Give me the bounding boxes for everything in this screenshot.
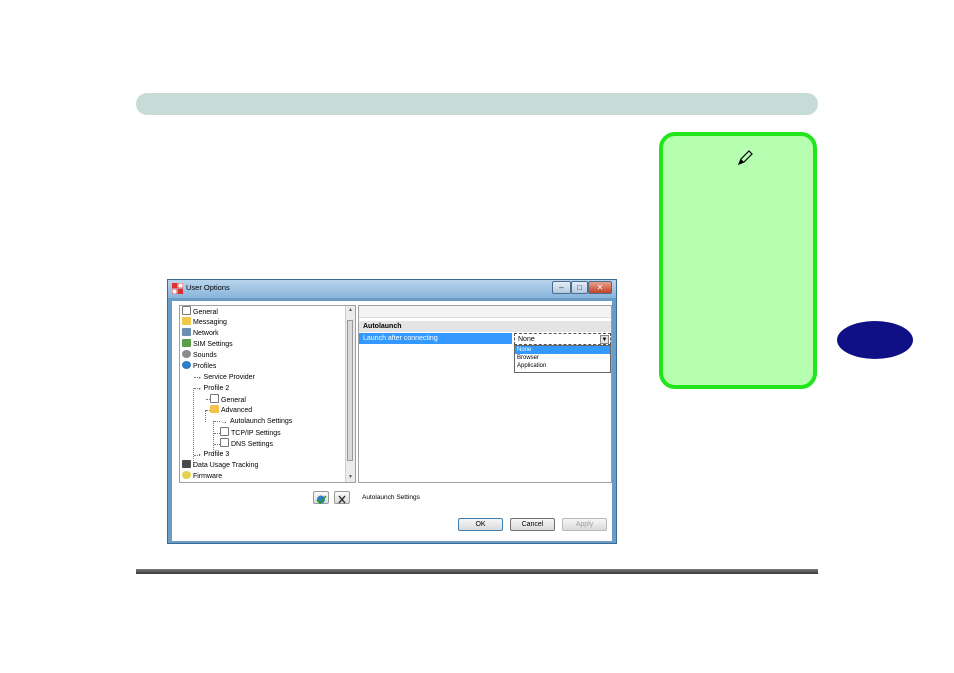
status-label: Autolaunch Settings [362, 494, 420, 501]
property-label-row[interactable]: Launch after connecting [359, 333, 512, 344]
pencil-icon [737, 150, 753, 166]
maximize-button[interactable]: □ [571, 281, 588, 294]
page-icon [220, 438, 229, 447]
scroll-down-icon[interactable]: ▼ [346, 473, 355, 482]
apply-changes-button[interactable] [313, 491, 329, 505]
tree-item-label: Network [193, 330, 219, 337]
cancel-button[interactable]: Cancel [510, 518, 555, 531]
launch-dropdown-list: None Browser Application [514, 345, 611, 373]
window-client-area: General Messaging Network SIM Settings S… [172, 301, 612, 541]
tree-scrollbar[interactable]: ▲ ▼ [345, 306, 355, 482]
tree-item-label: Data Usage Tracking [193, 462, 259, 469]
discard-changes-button[interactable] [334, 491, 350, 504]
dropdown-option-application[interactable]: Application [515, 362, 610, 370]
tree-item-label: Sounds [193, 352, 217, 359]
dropdown-option-none[interactable]: None [515, 346, 610, 354]
page-icon [210, 394, 219, 403]
sim-card-icon [182, 339, 191, 347]
pane-top-strip [359, 306, 611, 318]
tree-item-profile-3[interactable]: ‣ Profile 3 [198, 449, 229, 460]
maximize-icon: □ [577, 283, 582, 292]
close-button[interactable]: ✕ [588, 281, 612, 294]
tree-item-general[interactable]: General [182, 306, 218, 317]
apply-globe-icon [316, 495, 327, 505]
tree-item-service-provider[interactable]: ‣ Service Provider [198, 372, 255, 383]
close-icon: ✕ [596, 283, 604, 292]
tree-item-advanced[interactable]: Advanced [210, 405, 252, 416]
antenna-icon: ‣ [198, 376, 202, 382]
options-tree[interactable]: General Messaging Network SIM Settings S… [179, 305, 356, 483]
dropdown-option-browser[interactable]: Browser [515, 354, 610, 362]
launch-select[interactable]: None ▼ [514, 333, 611, 345]
page-icon [182, 306, 191, 315]
tree-item-label: TCP/IP Settings [231, 430, 281, 437]
tree-item-profile-general[interactable]: General [210, 394, 246, 405]
tree-item-label: Profile 3 [203, 451, 230, 458]
tree-item-profile-2[interactable]: ‣ Profile 2 [198, 383, 229, 394]
scroll-thumb[interactable] [347, 320, 353, 461]
page-header-bar [136, 93, 818, 115]
tree-item-label: Firmware [193, 473, 223, 480]
arrow-right-icon: → [220, 417, 228, 426]
settings-pane: Autolaunch Launch after connecting None … [358, 305, 612, 483]
tree-item-sim-settings[interactable]: SIM Settings [182, 339, 233, 350]
tree-item-label: SIM Settings [193, 341, 233, 348]
tree-item-network[interactable]: Network [182, 328, 219, 339]
chevron-down-icon[interactable]: ▼ [600, 335, 609, 344]
tree-item-label: General [221, 397, 246, 404]
envelope-icon [182, 317, 191, 325]
tree-item-label: General [193, 309, 218, 316]
chapter-tab [837, 321, 913, 359]
tree-item-label: Messaging [193, 319, 227, 326]
page-icon [220, 427, 229, 436]
minimize-button[interactable]: – [552, 281, 571, 294]
network-icon [182, 328, 191, 336]
speaker-icon [182, 350, 191, 358]
tree-item-firmware[interactable]: Firmware [182, 471, 222, 482]
app-icon [172, 283, 183, 294]
chip-icon [182, 471, 191, 479]
tree-item-label: Service Provider [203, 374, 255, 381]
tree-item-messaging[interactable]: Messaging [182, 317, 227, 328]
tree-item-label: Profile 2 [203, 385, 230, 392]
tree-item-label: Autolaunch Settings [230, 418, 293, 425]
footer-rule [136, 569, 818, 574]
tree-item-data-usage-tracking[interactable]: Data Usage Tracking [182, 460, 258, 471]
section-header: Autolaunch [359, 321, 611, 332]
ok-button[interactable]: OK [458, 518, 503, 531]
note-box [659, 132, 817, 389]
antenna-icon: ‣ [198, 453, 202, 459]
tree-item-tcpip-settings[interactable]: TCP/IP Settings [220, 427, 281, 438]
globe-icon [182, 361, 191, 369]
folder-open-icon [210, 405, 219, 413]
tree-item-dns-settings[interactable]: DNS Settings [220, 438, 273, 449]
antenna-icon: ‣ [198, 387, 202, 393]
minimize-icon: – [559, 283, 564, 292]
tree-item-profiles[interactable]: Profiles [182, 361, 216, 372]
window-titlebar[interactable]: User Options – □ ✕ [168, 280, 616, 298]
tree-item-sounds[interactable]: Sounds [182, 350, 217, 361]
scroll-up-icon[interactable]: ▲ [346, 306, 355, 315]
tree-item-label: DNS Settings [231, 441, 274, 448]
meter-icon [182, 460, 191, 468]
tree-item-label: Profiles [193, 363, 217, 370]
user-options-window: User Options – □ ✕ General Messaging Net… [167, 279, 617, 544]
apply-button[interactable]: Apply [562, 518, 607, 531]
launch-select-value: None [518, 336, 535, 343]
tree-item-autolaunch-settings[interactable]: → Autolaunch Settings [220, 416, 292, 427]
tree-connector [205, 410, 206, 422]
tree-item-label: Advanced [221, 407, 253, 414]
discard-x-icon [338, 495, 346, 504]
window-title: User Options [186, 283, 230, 292]
